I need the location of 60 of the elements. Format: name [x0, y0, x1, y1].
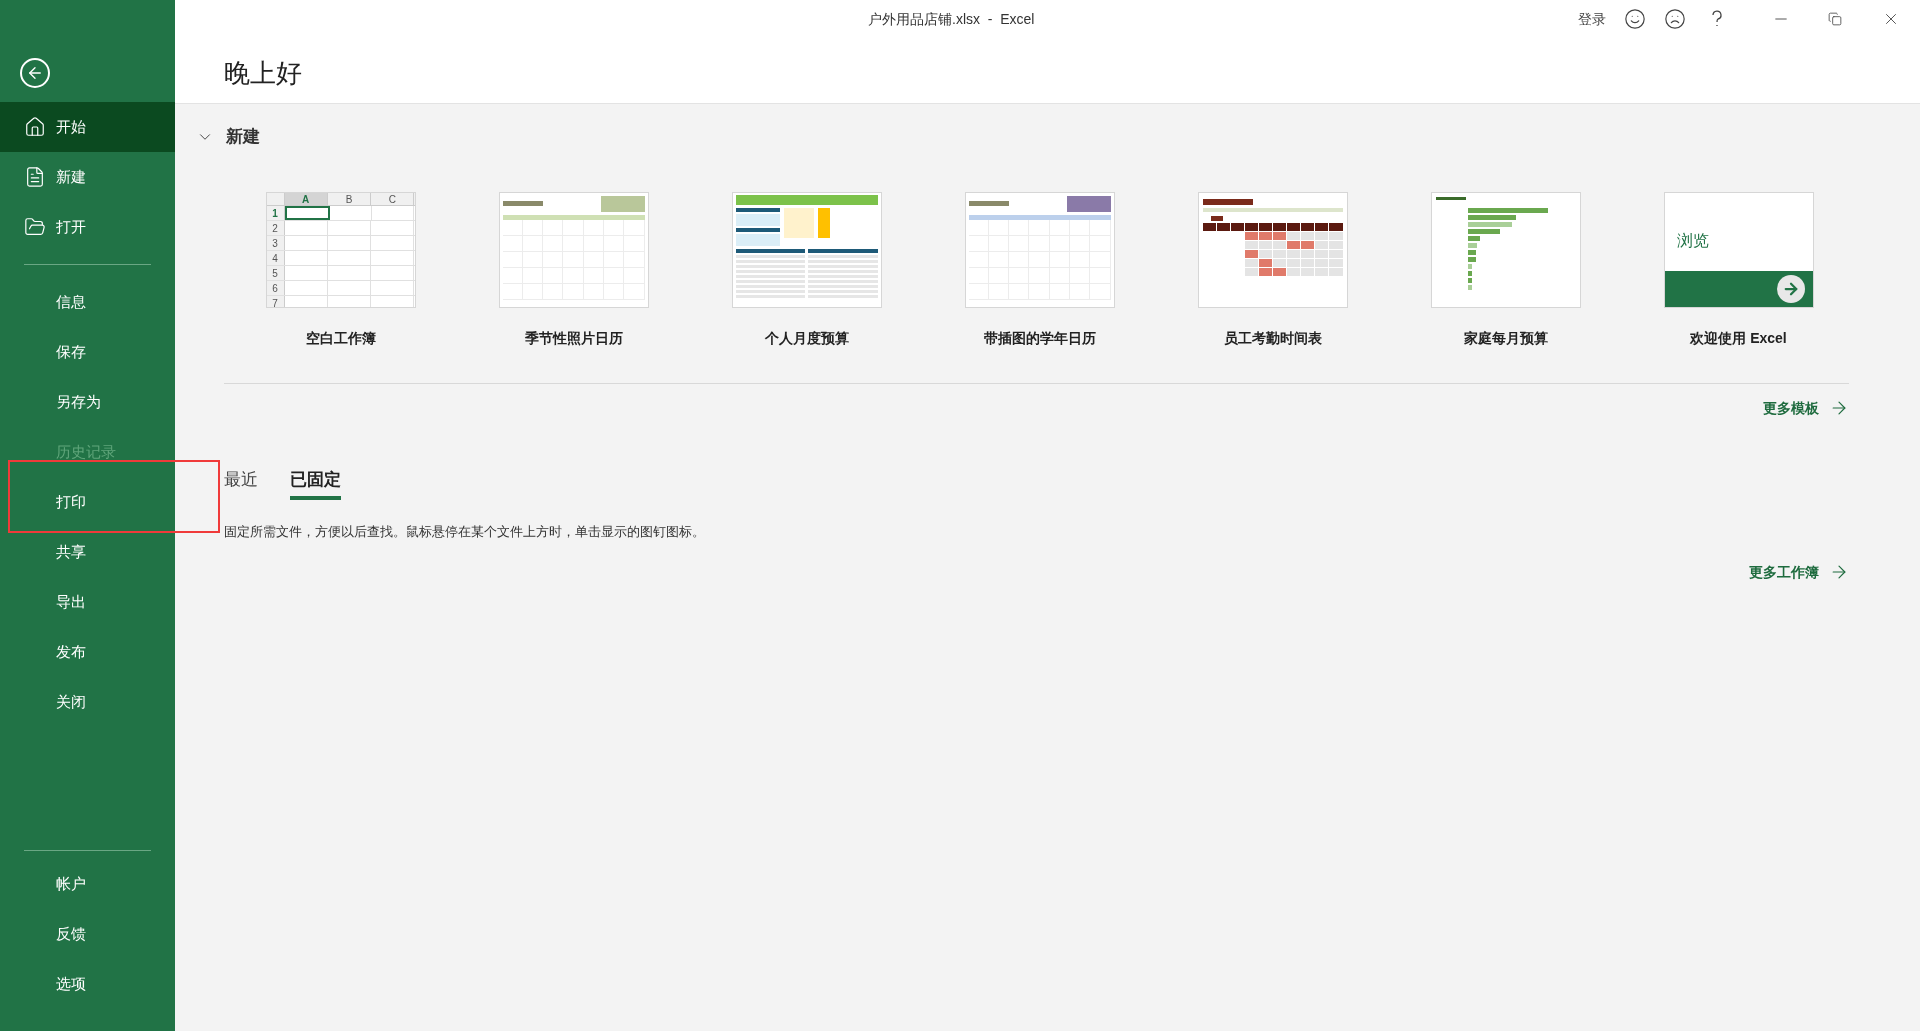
more-templates-link[interactable]: 更多模板: [1763, 397, 1849, 419]
row-number: 7: [266, 295, 285, 307]
sidebar-item[interactable]: 反馈: [0, 909, 175, 959]
template-tile[interactable]: 员工考勤时间表: [1156, 191, 1389, 349]
sidebar-item[interactable]: 信息: [0, 277, 175, 327]
template-tile[interactable]: 个人月度预算: [690, 191, 923, 349]
column-header: B: [327, 192, 372, 205]
sidebar-item[interactable]: 打印: [0, 477, 175, 527]
selected-cell: [284, 205, 330, 220]
template-label: 个人月度预算: [764, 328, 849, 348]
menu-item-icon: [24, 116, 46, 138]
sidebar-item[interactable]: 打开: [0, 202, 175, 252]
sidebar-item[interactable]: 发布: [0, 627, 175, 677]
more-workbooks-link[interactable]: 更多工作簿: [1749, 561, 1849, 583]
pinned-hint: 固定所需文件，方便以后查找。鼠标悬停在某个文件上方时，单击显示的图钉图标。: [224, 523, 706, 541]
sidebar-item[interactable]: 新建: [0, 152, 175, 202]
browse-label: 浏览: [1676, 230, 1710, 251]
sidebar-item[interactable]: 另存为: [0, 377, 175, 427]
month-label-drawing: [1210, 215, 1223, 221]
template-tile[interactable]: 季节性照片日历: [457, 191, 690, 349]
column-header: C: [371, 192, 415, 205]
template-label: 带插图的学年日历: [983, 328, 1096, 348]
template-label: 季节性照片日历: [524, 328, 623, 348]
calendar-title-drawing: [502, 201, 543, 206]
sidebar-item[interactable]: 保存: [0, 327, 175, 377]
sign-in-link[interactable]: 登录: [1578, 8, 1606, 30]
back-icon[interactable]: [20, 58, 50, 88]
browse-tile[interactable]: 浏览: [1663, 191, 1814, 308]
sidebar-item[interactable]: 开始: [0, 102, 175, 152]
template-label: 欢迎使用 Excel: [1690, 328, 1787, 348]
sidebar-item[interactable]: 选项: [0, 959, 175, 1009]
sidebar-item[interactable]: 共享: [0, 527, 175, 577]
help-icon[interactable]: [1710, 10, 1724, 28]
template-label: 员工考勤时间表: [1223, 328, 1322, 348]
frown-icon[interactable]: [1664, 8, 1686, 30]
calendar-title-drawing: [968, 201, 1009, 206]
sidebar-item[interactable]: 导出: [0, 577, 175, 627]
menu-item-icon: [24, 216, 46, 238]
menu-item-icon: [24, 166, 46, 188]
photo-placeholder: [1066, 195, 1111, 212]
template-tile[interactable]: 带插图的学年日历: [923, 191, 1156, 349]
arrow-right-icon: [1776, 274, 1805, 303]
template-tile[interactable]: 家庭每月预算: [1389, 191, 1622, 349]
sidebar-item[interactable]: 关闭: [0, 677, 175, 727]
template-label: 空白工作簿: [305, 328, 376, 348]
section-title: 新建: [226, 126, 260, 148]
restore-icon[interactable]: [1828, 12, 1842, 26]
timesheet-title-drawing: [1202, 198, 1253, 205]
tab[interactable]: 已固定: [290, 466, 341, 500]
window-title: 户外用品店铺.xlsx - Excel: [868, 9, 1035, 29]
photo-placeholder: [600, 195, 645, 212]
template-tile[interactable]: 浏览 欢迎使用 Excel: [1622, 191, 1855, 349]
greeting: 晚上好: [224, 57, 303, 90]
template-label: 家庭每月预算: [1463, 328, 1548, 348]
smile-icon[interactable]: [1624, 8, 1646, 30]
template-tile[interactable]: A B C 1 2 3 4 5 6 7 空白工作簿: [224, 191, 457, 349]
chart-title-drawing: [1435, 196, 1466, 200]
sidebar-item[interactable]: 帐户: [0, 859, 175, 909]
tab[interactable]: 最近: [224, 466, 258, 500]
column-header: A: [284, 192, 328, 205]
